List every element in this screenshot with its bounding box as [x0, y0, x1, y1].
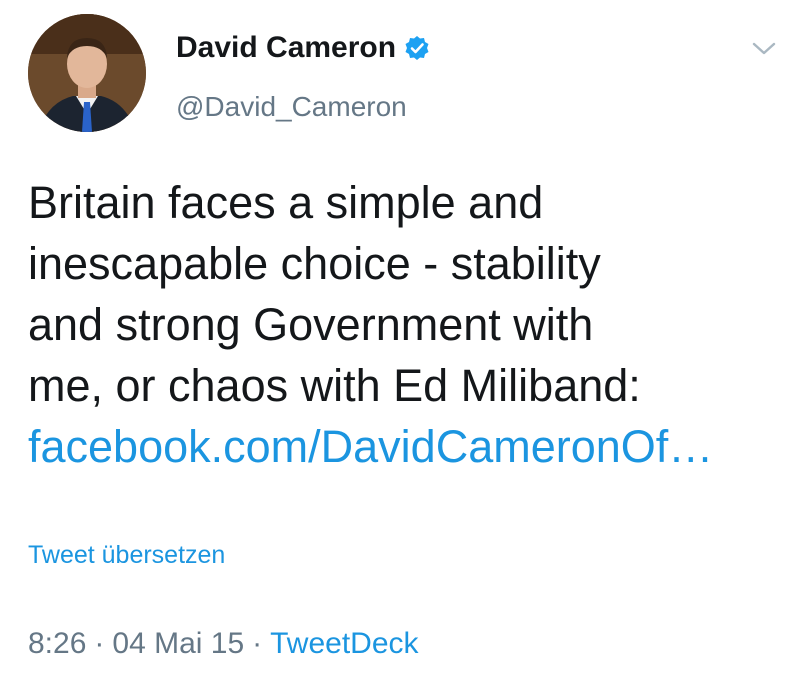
author-name-row: David Cameron: [176, 30, 430, 66]
avatar[interactable]: [28, 14, 146, 132]
chevron-down-icon[interactable]: [752, 38, 776, 58]
tweet-text-line: inescapable choice - stability: [28, 238, 601, 289]
tweet-date[interactable]: 04 Mai 15: [112, 626, 244, 662]
meta-separator: ·: [252, 627, 263, 660]
tweet-text: Britain faces a simple and inescapable c…: [28, 172, 788, 477]
translate-tweet-link[interactable]: Tweet übersetzen: [28, 540, 225, 570]
tweet-source-link[interactable]: TweetDeck: [270, 626, 418, 662]
tweet-time[interactable]: 8:26: [28, 626, 86, 662]
author-name[interactable]: David Cameron: [176, 30, 396, 66]
meta-separator: ·: [94, 627, 105, 660]
tweet-meta: 8:26 · 04 Mai 15 · TweetDeck: [28, 626, 419, 662]
author-handle[interactable]: @David_Cameron: [176, 90, 407, 124]
tweet-text-line: me, or chaos with Ed Miliband:: [28, 360, 641, 411]
tweet-link[interactable]: facebook.com/DavidCameronOf…: [28, 421, 713, 472]
tweet-text-line: and strong Government with: [28, 299, 594, 350]
verified-badge-icon: [404, 35, 430, 61]
tweet-text-line: Britain faces a simple and: [28, 177, 544, 228]
